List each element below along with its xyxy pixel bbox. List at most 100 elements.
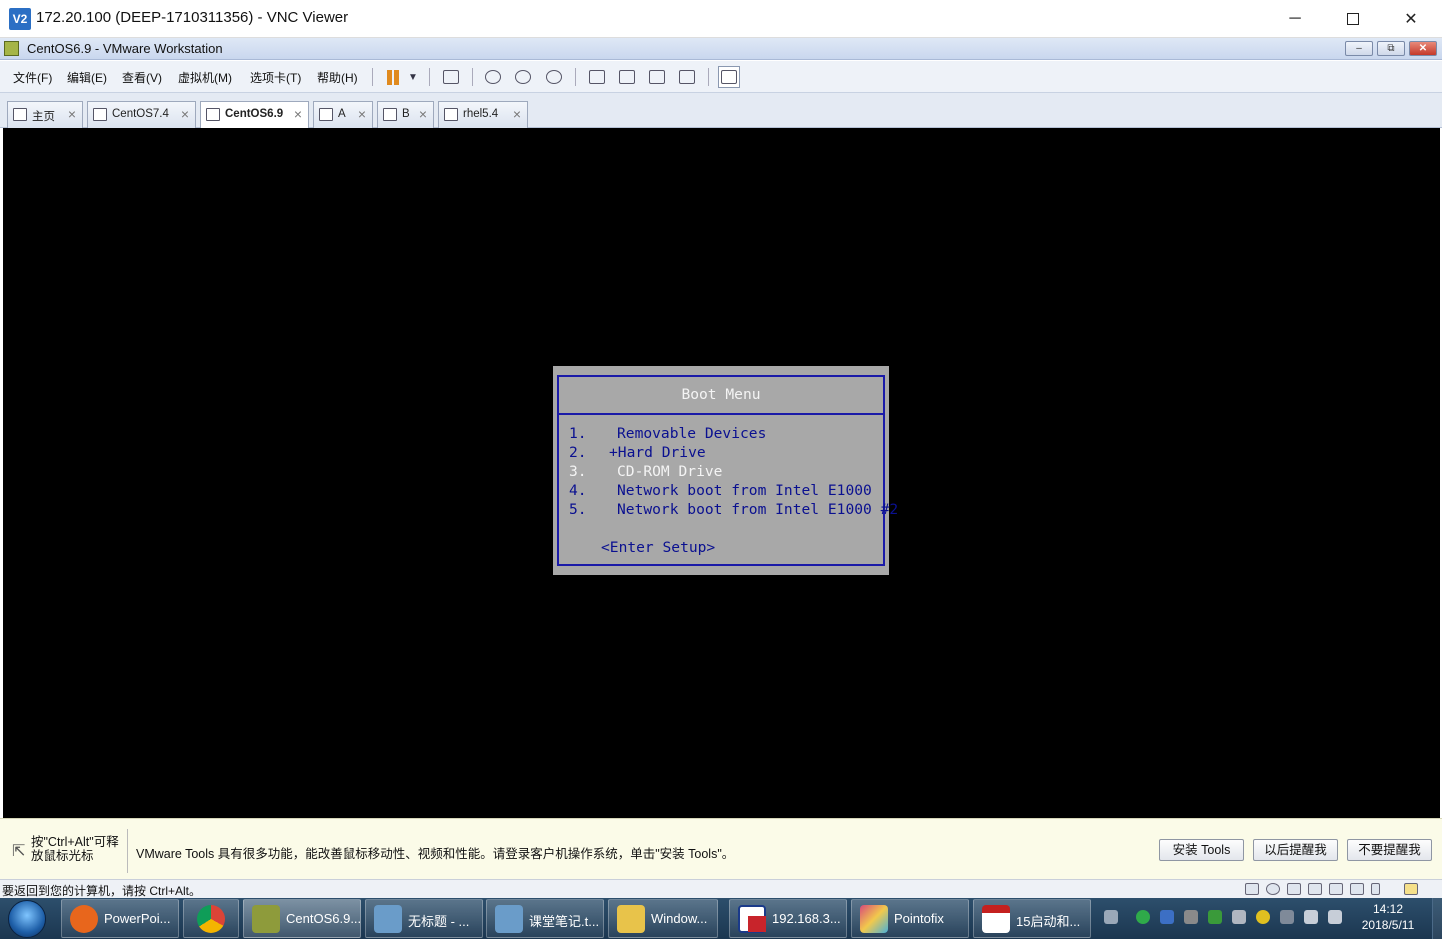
- sidebar-toggle-icon[interactable]: [586, 66, 608, 88]
- tab-close-icon[interactable]: ×: [358, 106, 366, 122]
- taskbar-item-remote-desktop[interactable]: 192.168.3...: [729, 899, 847, 938]
- taskbar-item-powerpoint[interactable]: PowerPoi...: [61, 899, 179, 938]
- send-ctrl-alt-del-icon[interactable]: [440, 66, 462, 88]
- tab-label: A: [338, 108, 346, 120]
- boot-item-network-e1000[interactable]: Network boot from Intel E1000: [617, 481, 872, 500]
- menu-tabs[interactable]: 选项卡(T): [250, 69, 301, 86]
- toolbar-divider: [372, 68, 373, 86]
- tray-app-icon[interactable]: [1184, 910, 1198, 924]
- taskbar-item-pdf[interactable]: 15启动和...: [973, 899, 1091, 938]
- status-message: 要返回到您的计算机，请按 Ctrl+Alt。: [2, 884, 202, 898]
- firefox-icon: [70, 905, 98, 933]
- boot-item-removable-devices[interactable]: Removable Devices: [617, 424, 766, 443]
- tab-close-icon[interactable]: ×: [294, 106, 302, 122]
- taskbar-item-vmware[interactable]: CentOS6.9...: [243, 899, 361, 938]
- snapshot-take-icon[interactable]: [482, 66, 504, 88]
- pdf-icon: [982, 905, 1010, 933]
- remind-later-button[interactable]: 以后提醒我: [1253, 839, 1338, 861]
- boot-item-cdrom-selected[interactable]: CD-ROM Drive: [617, 462, 722, 481]
- menu-edit[interactable]: 编辑(E): [67, 69, 107, 86]
- vm-icon: [319, 108, 333, 121]
- tab-centos69[interactable]: CentOS6.9 ×: [200, 101, 309, 129]
- network-adapter-2-icon[interactable]: [1308, 883, 1322, 895]
- remote-desktop-badge-icon: [748, 916, 766, 932]
- vmware-close-button[interactable]: ✕: [1409, 41, 1437, 56]
- tab-close-icon[interactable]: ×: [68, 106, 76, 122]
- vnc-logo-icon: V2: [9, 8, 31, 30]
- boot-item-num: 4.: [569, 482, 587, 499]
- unity-icon[interactable]: [676, 66, 698, 88]
- usb-icon[interactable]: [1371, 883, 1380, 895]
- taskbar-item-explorer[interactable]: Window...: [608, 899, 718, 938]
- start-button[interactable]: [8, 900, 46, 938]
- tray-app-icon[interactable]: [1280, 910, 1294, 924]
- show-desktop-button[interactable]: [1432, 898, 1442, 939]
- vnc-minimize-button[interactable]: ─: [1266, 0, 1324, 38]
- release-cursor-hint: 按"Ctrl+Alt"可释放鼠标光标: [31, 835, 119, 863]
- boot-menu-divider: [559, 413, 883, 415]
- hint-divider: [127, 829, 128, 873]
- sogou-icon[interactable]: [1136, 910, 1150, 924]
- security-icon[interactable]: [1256, 910, 1270, 924]
- sound-card-icon[interactable]: [1350, 883, 1364, 895]
- network-icon[interactable]: [1304, 910, 1318, 924]
- upload-icon[interactable]: [1160, 910, 1174, 924]
- vmware-window-title: CentOS6.9 - VMware Workstation: [27, 41, 223, 56]
- tab-centos74[interactable]: CentOS7.4 ×: [87, 101, 196, 128]
- snapshot-revert-icon[interactable]: [512, 66, 534, 88]
- boot-item-network-e1000-2[interactable]: Network boot from Intel E1000 #2: [617, 500, 898, 519]
- system-clock[interactable]: 14:12 2018/5/11: [1359, 901, 1417, 933]
- vmware-tools-hint-bar: ⇱ 按"Ctrl+Alt"可释放鼠标光标 VMware Tools 具有很多功能…: [0, 818, 1442, 879]
- vmware-icon: [252, 905, 280, 933]
- cdrom-icon[interactable]: [1266, 883, 1280, 895]
- printer-icon[interactable]: [1329, 883, 1343, 895]
- tab-close-icon[interactable]: ×: [419, 106, 427, 122]
- vmware-logo-icon: [4, 41, 19, 56]
- notepad-icon: [374, 905, 402, 933]
- vnc-maximize-button[interactable]: [1324, 0, 1382, 38]
- boot-item-num: 2.: [569, 444, 587, 461]
- network-adapter-icon[interactable]: [1287, 883, 1301, 895]
- tray-app-icon[interactable]: [1232, 910, 1246, 924]
- taskbar-item-notepad-notes[interactable]: 课堂笔记.t...: [486, 899, 604, 938]
- keyboard-icon[interactable]: [1104, 910, 1118, 924]
- console-view-icon[interactable]: [616, 66, 638, 88]
- menu-file[interactable]: 文件(F): [13, 69, 52, 86]
- menu-vm[interactable]: 虚拟机(M): [178, 69, 232, 86]
- taskbar-item-pointofix[interactable]: Pointofix: [851, 899, 969, 938]
- boot-menu-frame: Boot Menu 1. Removable Devices 2. +Hard …: [557, 375, 898, 566]
- vmware-minimize-button[interactable]: ‒: [1345, 41, 1373, 56]
- notes-icon[interactable]: [1404, 883, 1418, 895]
- dont-remind-button[interactable]: 不要提醒我: [1347, 839, 1432, 861]
- thumbnail-view-icon[interactable]: [718, 66, 740, 88]
- boot-enter-setup[interactable]: <Enter Setup>: [601, 538, 715, 557]
- snapshot-manager-icon[interactable]: [543, 66, 565, 88]
- boot-menu: Boot Menu 1. Removable Devices 2. +Hard …: [553, 366, 898, 575]
- tab-rhel54[interactable]: rhel5.4 ×: [438, 101, 528, 128]
- matlab-icon[interactable]: [1208, 910, 1222, 924]
- vm-tab-bar: 主页 × CentOS7.4 × CentOS6.9 × A × B × rhe…: [0, 93, 1442, 129]
- fullscreen-icon[interactable]: [646, 66, 668, 88]
- tab-home[interactable]: 主页 ×: [7, 101, 83, 128]
- hard-disk-icon[interactable]: [1245, 883, 1259, 895]
- tab-label: rhel5.4: [463, 108, 499, 120]
- vmware-restore-button[interactable]: ⧉: [1377, 41, 1405, 56]
- tab-close-icon[interactable]: ×: [181, 106, 189, 122]
- tab-b[interactable]: B ×: [377, 101, 434, 128]
- chrome-icon: [197, 905, 225, 933]
- tab-close-icon[interactable]: ×: [513, 106, 521, 122]
- dropdown-arrow-icon[interactable]: ▼: [402, 66, 424, 88]
- vnc-close-button[interactable]: ✕: [1382, 0, 1440, 38]
- menu-help[interactable]: 帮助(H): [317, 69, 358, 86]
- install-tools-button[interactable]: 安装 Tools: [1159, 839, 1244, 861]
- volume-icon[interactable]: [1328, 910, 1342, 924]
- tab-a[interactable]: A ×: [313, 101, 373, 128]
- vmware-status-bar: 要返回到您的计算机，请按 Ctrl+Alt。: [0, 879, 1442, 898]
- boot-item-num: 3.: [569, 463, 587, 480]
- taskbar-item-chrome[interactable]: [183, 899, 239, 938]
- toolbar-divider: [472, 68, 473, 86]
- taskbar-item-notepad-untitled[interactable]: 无标题 - ...: [365, 899, 483, 938]
- pause-icon[interactable]: [382, 66, 404, 88]
- boot-item-hard-drive[interactable]: +Hard Drive: [609, 443, 706, 462]
- menu-view[interactable]: 查看(V): [122, 69, 162, 86]
